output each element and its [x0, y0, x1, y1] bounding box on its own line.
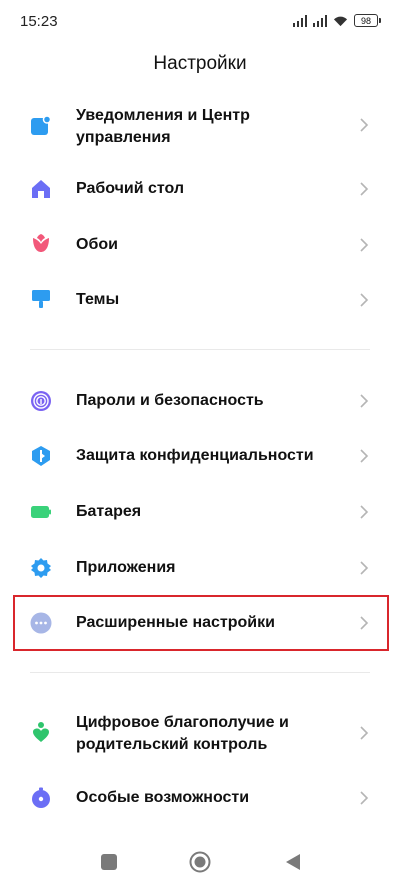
item-label: Рабочий стол — [76, 180, 185, 197]
accessibility-icon — [32, 787, 50, 808]
status-bar: 15:23 98 — [0, 0, 400, 44]
theme-brush-icon — [32, 290, 50, 308]
item-label: Особые возможности — [76, 789, 250, 806]
chevron-right-icon — [357, 449, 371, 463]
section-divider — [30, 349, 370, 350]
battery-icon — [31, 506, 51, 518]
settings-item-wallpaper[interactable]: Обои — [0, 217, 400, 273]
settings-item-passwords-security[interactable]: Пароли и безопасность — [0, 373, 400, 429]
tulip-icon — [33, 234, 49, 252]
settings-item-advanced[interactable]: Расширенные настройки — [0, 595, 400, 651]
item-label: Защита конфиденциальности — [76, 447, 314, 464]
fingerprint-icon — [31, 391, 51, 411]
wifi-icon — [333, 16, 348, 26]
chevron-right-icon — [357, 293, 371, 307]
settings-item-themes[interactable]: Темы — [0, 272, 400, 328]
home-icon — [32, 180, 50, 198]
section-divider — [30, 672, 370, 673]
chevron-right-icon — [357, 561, 371, 575]
status-time: 15:23 — [20, 13, 58, 30]
status-icons: 98 — [293, 14, 381, 27]
recent-apps-square-icon[interactable] — [98, 851, 120, 873]
page-title: Настройки — [153, 53, 247, 74]
item-label: Цифровое благополучие и родительский кон… — [76, 714, 289, 753]
settings-item-accessibility[interactable]: Особые возможности — [0, 770, 400, 826]
item-label: Батарея — [76, 503, 142, 520]
signal-icon-2 — [313, 14, 327, 27]
item-label: Расширенные настройки — [76, 614, 275, 631]
navigation-bar — [0, 839, 400, 889]
chevron-right-icon — [357, 238, 371, 252]
item-label: Пароли и безопасность — [76, 392, 264, 409]
chevron-right-icon — [357, 791, 371, 805]
chevron-right-icon — [357, 118, 371, 132]
item-label: Уведомления и Центр управления — [76, 107, 250, 146]
chevron-right-icon — [357, 182, 371, 196]
item-label: Приложения — [76, 559, 176, 576]
chevron-right-icon — [357, 726, 371, 740]
chevron-right-icon — [357, 505, 371, 519]
back-triangle-icon[interactable] — [282, 851, 304, 873]
settings-item-privacy[interactable]: Защита конфиденциальности — [0, 428, 400, 484]
chevron-right-icon — [357, 616, 371, 630]
battery-level: 98 — [354, 14, 381, 27]
item-label: Обои — [76, 236, 118, 253]
settings-item-battery[interactable]: Батарея — [0, 484, 400, 540]
home-circle-icon[interactable] — [189, 851, 211, 873]
notification-icon — [31, 115, 52, 135]
settings-item-apps[interactable]: Приложения — [0, 540, 400, 596]
signal-icon — [293, 14, 307, 27]
settings-item-notifications[interactable]: Уведомления и Центр управления — [0, 98, 400, 154]
chevron-right-icon — [357, 394, 371, 408]
settings-item-desktop[interactable]: Рабочий стол — [0, 161, 400, 217]
privacy-shield-icon — [32, 446, 50, 466]
wellbeing-icon — [33, 722, 49, 742]
settings-item-digital-wellbeing[interactable]: Цифровое благополучие и родительский кон… — [0, 705, 400, 761]
item-label: Темы — [76, 291, 120, 308]
more-dots-icon — [30, 612, 52, 634]
gear-icon — [31, 558, 51, 578]
